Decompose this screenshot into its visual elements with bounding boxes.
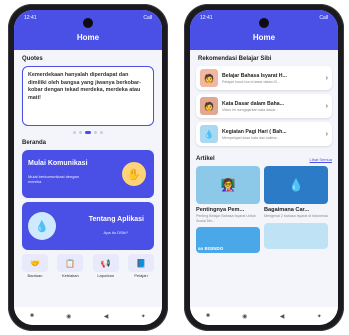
video-thumbnail: 🧑 [200, 97, 218, 115]
screen-home-left: 12:41 Call Home Quotes Kemerdekaan hanya… [14, 10, 162, 325]
back-triangle-icon[interactable]: ◀ [104, 313, 109, 320]
article-header: Artikel Lihat Semua [196, 156, 332, 162]
chevron-right-icon: › [325, 130, 328, 138]
feature-title: Mulai Komunikasi [28, 160, 88, 167]
report-icon: 📢 [92, 254, 119, 272]
status-time: 12:41 [24, 15, 37, 21]
system-nav-bar: ■ ◉ ◀ ✦ [14, 307, 162, 325]
menu-label: Bantuan [27, 273, 43, 278]
header-title: Home [252, 33, 276, 42]
camera-notch [83, 18, 93, 28]
mascot-droplet-icon: 💧 [28, 212, 56, 240]
recommend-title: Rekomendasi Belajar Sibi [198, 56, 272, 62]
article-card-title: Pentingnya Pem... [196, 207, 245, 213]
recommendation-item[interactable]: 💧 Kegiatan Pagi Hari ( Bah... Mempelajar… [196, 122, 332, 146]
carousel-dot[interactable] [79, 131, 82, 134]
back-triangle-icon[interactable]: ◀ [280, 313, 285, 320]
carousel-dots[interactable] [14, 131, 162, 134]
article-image-secondary [264, 222, 328, 249]
rec-subtitle: Pelajari huruf-huruf dasar dalam B... [222, 79, 280, 84]
video-thumbnail: 💧 [200, 125, 218, 143]
chevron-right-icon: › [325, 102, 328, 110]
camera-notch [259, 18, 269, 28]
phone-left: 12:41 Call Home Quotes Kemerdekaan hanya… [8, 4, 168, 331]
rec-title: Kegiatan Pagi Hari ( Bah... [222, 128, 287, 135]
home-content: Rekomendasi Belajar Sibi 🧑 Belajar Bahas… [190, 50, 338, 307]
feature-subtitle: Mulai berkomunikasi dengan mereka [28, 174, 79, 185]
status-time: 12:41 [200, 15, 213, 21]
circle-home-icon[interactable]: ◉ [66, 313, 71, 320]
carousel-dot[interactable] [94, 131, 97, 134]
carousel-dot[interactable] [73, 131, 76, 134]
article-grid: 👩‍🏫 Pentingnya Pem... Penting Belajar Ba… [196, 166, 332, 254]
article-card-subtitle: Mengenal 2 bahasa Isyarat di Indonesia [264, 214, 328, 218]
article-banner-text: an BISINDO [198, 246, 224, 252]
quote-text: Kemerdekaan hanyalah diperdapat dan dimi… [28, 72, 141, 101]
rec-title: Kata Dasar dalam Baha... [222, 100, 284, 107]
screen-home-right: 12:41 Call Home Rekomendasi Belajar Sibi… [190, 10, 338, 325]
system-nav-bar: ■ ◉ ◀ ✦ [190, 307, 338, 325]
square-icon[interactable]: ■ [206, 313, 210, 319]
circle-home-icon[interactable]: ◉ [242, 313, 247, 320]
recommendation-item[interactable]: 🧑 Kata Dasar dalam Baha... Video ini men… [196, 94, 332, 118]
accessibility-icon[interactable]: ✦ [317, 313, 322, 320]
feature-subtitle: Apa itu DSib? [103, 230, 128, 235]
menu-label: Kebiakan [61, 273, 79, 278]
status-signal: Call [143, 15, 152, 21]
phone-right: 12:41 Call Home Rekomendasi Belajar Sibi… [184, 4, 344, 331]
menu-item-bantuan[interactable]: 🤝 Bantuan [22, 254, 48, 278]
article-image: 💧 [264, 166, 328, 204]
rec-subtitle: Video ini mengajarkan kata dasar... [222, 107, 279, 112]
feature-card-tentang-aplikasi[interactable]: 💧 Tentang Aplikasi Apa itu DSib? [22, 202, 154, 250]
menu-item-pelajari[interactable]: 📘 Pelajari [127, 254, 154, 278]
home-content: Quotes Kemerdekaan hanyalah diperdapat d… [14, 50, 162, 307]
quotes-title: Quotes [22, 56, 43, 62]
chevron-right-icon: › [325, 74, 328, 82]
carousel-dot[interactable] [100, 131, 103, 134]
rec-title: Belajar Bahasa Isyarat H... [222, 72, 287, 79]
help-icon: 🤝 [22, 254, 48, 272]
mascot-chat-icon: ✋ [122, 162, 146, 186]
header-title: Home [76, 33, 100, 42]
recommendation-item[interactable]: 🧑 Belajar Bahasa Isyarat H... Pelajari h… [196, 66, 332, 90]
article-card-subtitle: Penting Belajar Bahasa Isyarat Untuk Sos… [196, 214, 256, 223]
menu-item-laporkan[interactable]: 📢 Laporkan [92, 254, 119, 278]
rec-subtitle: Mempelajari kosa kata dan kalima... [222, 135, 280, 140]
video-thumbnail: 🧑 [200, 69, 218, 87]
square-icon[interactable]: ■ [30, 313, 34, 319]
article-card[interactable]: 💧 Bagaimana Car... Mengenal 2 bahasa Isy… [264, 166, 328, 253]
learn-icon: 📘 [127, 254, 154, 272]
carousel-dot-active[interactable] [85, 131, 91, 134]
feature-title: Tentang Aplikasi [88, 216, 144, 223]
article-title: Artikel [196, 156, 215, 162]
accessibility-icon[interactable]: ✦ [141, 313, 146, 320]
article-banner: an BISINDO [196, 227, 260, 254]
article-card[interactable]: 👩‍🏫 Pentingnya Pem... Penting Belajar Ba… [196, 166, 260, 254]
menu-item-kebijakan[interactable]: 📋 Kebiakan [57, 254, 84, 278]
policy-icon: 📋 [57, 254, 84, 272]
article-image: 👩‍🏫 [196, 166, 260, 204]
quick-menu: 🤝 Bantuan 📋 Kebiakan 📢 Laporkan 📘 Pelaja… [22, 254, 154, 278]
quote-card[interactable]: Kemerdekaan hanyalah diperdapat dan dimi… [22, 66, 154, 126]
menu-label: Pelajari [134, 273, 148, 278]
status-signal: Call [319, 15, 328, 21]
beranda-title: Beranda [22, 140, 47, 146]
see-all-link[interactable]: Lihat Semua [310, 157, 332, 162]
menu-label: Laporkan [97, 273, 114, 278]
article-card-title: Bagaimana Car... [264, 207, 310, 213]
feature-card-mulai-komunikasi[interactable]: Mulai Komunikasi Mulai berkomunikasi den… [22, 150, 154, 198]
